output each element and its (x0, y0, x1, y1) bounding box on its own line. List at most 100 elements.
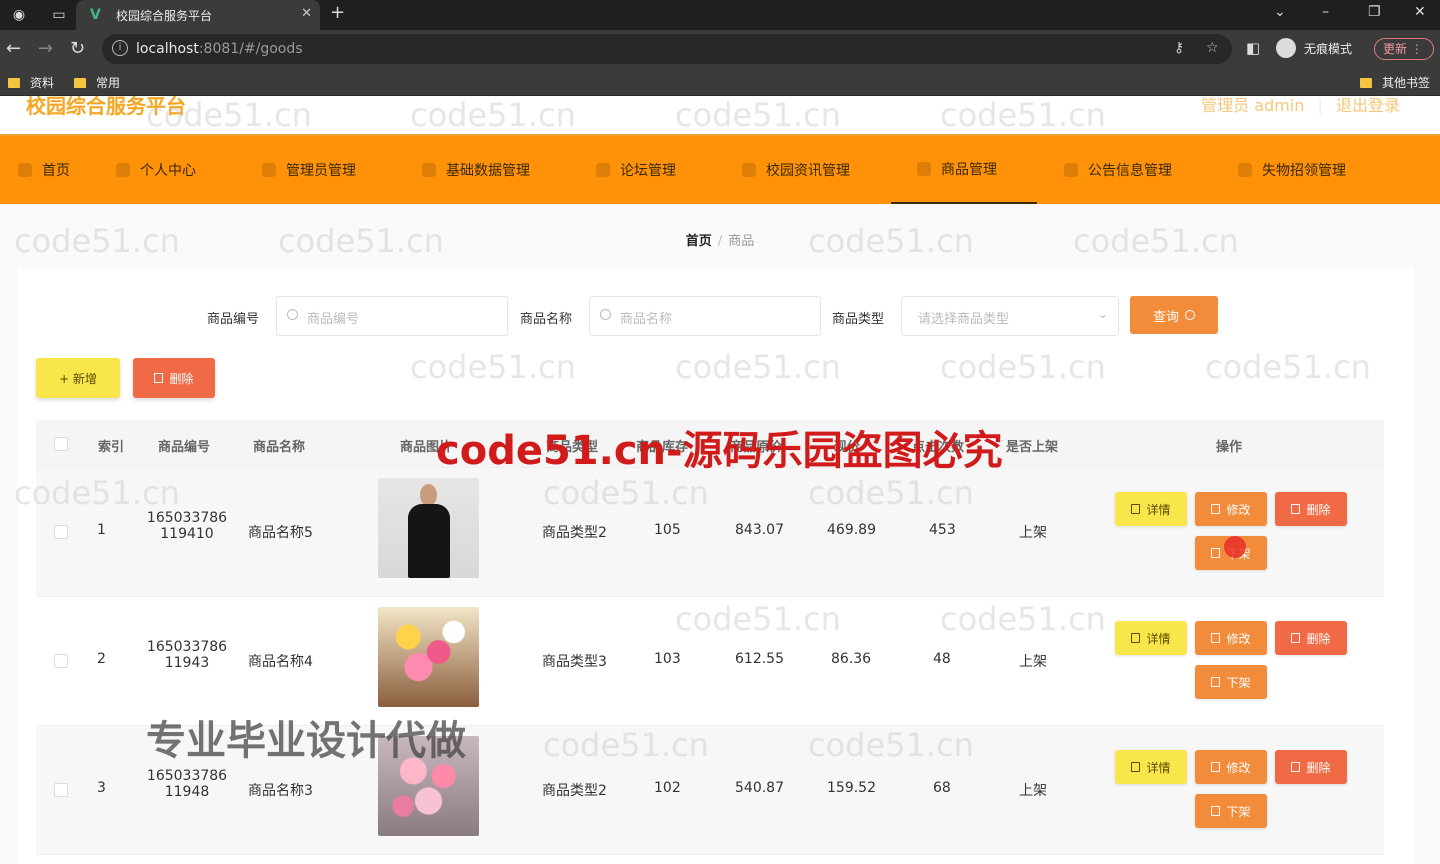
nav-item-news[interactable]: 校园资讯管理 (742, 136, 850, 204)
row-checkbox[interactable] (54, 654, 68, 668)
row-code: 165033786 11943 (142, 639, 232, 671)
row-orig-price: 540.87 (735, 780, 784, 796)
select-all-checkbox[interactable] (54, 437, 68, 451)
star-icon[interactable]: ☆ (1206, 40, 1219, 56)
breadcrumb-current: 商品 (728, 234, 755, 249)
tab-search-icon[interactable]: ⌄ (1274, 4, 1286, 20)
admin-icon (262, 163, 276, 177)
off-shelf-button[interactable]: 下架 (1195, 665, 1267, 699)
nav-label: 个人中心 (140, 163, 196, 179)
nav-item-profile[interactable]: 个人中心 (116, 136, 196, 204)
row-status: 上架 (1019, 654, 1047, 670)
minimize-icon[interactable]: – (1322, 4, 1329, 20)
bookmark-folder-2[interactable]: 常用 (74, 74, 120, 91)
query-button[interactable]: 查询 (1130, 296, 1218, 334)
detail-label: 详情 (1146, 502, 1171, 517)
delete-button[interactable]: 删除 (1275, 492, 1347, 526)
query-label: 查询 (1152, 309, 1179, 325)
row-index: 3 (97, 780, 106, 796)
logout-link[interactable]: 退出登录 (1336, 96, 1400, 115)
goods-table: 索引 商品编号 商品名称 商品图片 商品类型 商品库存 商品原价 现价 点击次数… (36, 420, 1384, 864)
row-name: 商品名称3 (248, 783, 313, 799)
site-info-icon[interactable]: i (112, 40, 128, 56)
row-orig-price: 843.07 (735, 522, 784, 538)
tab-strip-icon[interactable]: ▭ (44, 0, 74, 30)
delete-label: 删除 (1306, 760, 1331, 775)
edit-button[interactable]: 修改 (1195, 621, 1267, 655)
add-label: + 新增 (59, 371, 97, 386)
off-shelf-button[interactable]: 下架 (1195, 794, 1267, 828)
goods-image (378, 607, 479, 707)
code-line: 11943 (164, 655, 210, 671)
nav-item-forum[interactable]: 论坛管理 (596, 136, 676, 204)
incognito-indicator[interactable]: 无痕模式 (1276, 38, 1352, 58)
data-icon (422, 163, 436, 177)
new-tab-icon[interactable]: + (330, 2, 345, 23)
row-type: 商品类型2 (542, 783, 607, 799)
browser-tab[interactable]: V 校园综合服务平台 ✕ (76, 0, 320, 30)
other-bookmarks[interactable]: 其他书签 (1360, 74, 1430, 91)
nav-item-lostfound[interactable]: 失物招领管理 (1238, 136, 1346, 204)
nav-item-admin[interactable]: 管理员管理 (262, 136, 356, 204)
breadcrumb-home[interactable]: 首页 (686, 234, 712, 249)
trash-icon (1291, 504, 1301, 514)
edit-icon (1211, 633, 1221, 643)
update-label: 更新 (1383, 42, 1408, 56)
edit-button[interactable]: 修改 (1195, 492, 1267, 526)
detail-button[interactable]: 详情 (1115, 750, 1187, 784)
code-label: 商品编号 (207, 312, 260, 327)
browser-menu-icon[interactable]: ◉ (4, 0, 34, 30)
goods-icon (917, 162, 931, 176)
row-name: 商品名称4 (248, 654, 313, 670)
home-icon (18, 163, 32, 177)
address-bar: ← → ↻ i localhost:8081/#/goods ⚷ ☆ ◧ 无痕模… (0, 30, 1440, 68)
reload-icon[interactable]: ↻ (70, 38, 85, 59)
delete-button[interactable]: 删除 (1275, 750, 1347, 784)
doc-icon (1131, 633, 1141, 643)
nav-label: 管理员管理 (286, 163, 356, 179)
close-window-icon[interactable]: ✕ (1414, 4, 1426, 20)
nav-label: 基础数据管理 (446, 163, 530, 179)
add-button[interactable]: + 新增 (36, 358, 120, 398)
url-field[interactable]: i localhost:8081/#/goods ⚷ ☆ (102, 34, 1232, 64)
nav-item-goods[interactable]: 商品管理 (891, 136, 1037, 204)
type-label: 商品类型 (832, 312, 885, 327)
type-select[interactable]: 请选择商品类型 ⌄ (901, 296, 1119, 336)
batch-delete-button[interactable]: 删除 (133, 358, 215, 398)
tab-close-icon[interactable]: ✕ (301, 6, 312, 21)
code-input[interactable]: 商品编号 (276, 296, 508, 336)
name-input[interactable]: 商品名称 (589, 296, 821, 336)
nav-label: 公告信息管理 (1088, 163, 1172, 179)
row-checkbox[interactable] (54, 525, 68, 539)
nav-item-notice[interactable]: 公告信息管理 (1064, 136, 1172, 204)
row-clicks: 48 (933, 651, 951, 667)
nav-label: 论坛管理 (620, 163, 676, 179)
delete-label: 删除 (1306, 502, 1331, 517)
forward-icon[interactable]: → (38, 38, 53, 59)
main-nav: 首页 个人中心 管理员管理 基础数据管理 论坛管理 校园资讯管理 商品管理 公告… (0, 134, 1440, 204)
detail-button[interactable]: 详情 (1115, 492, 1187, 526)
edit-label: 修改 (1226, 502, 1251, 517)
user-icon (116, 163, 130, 177)
edit-button[interactable]: 修改 (1195, 750, 1267, 784)
trash-icon (1291, 762, 1301, 772)
row-stock: 103 (654, 651, 681, 667)
row-status: 上架 (1019, 783, 1047, 799)
update-button[interactable]: 更新 ⋮ (1374, 38, 1434, 60)
search-icon (1185, 310, 1195, 320)
delete-button[interactable]: 删除 (1275, 621, 1347, 655)
row-type: 商品类型2 (542, 525, 607, 541)
bookmark-folder-1[interactable]: 资料 (8, 74, 54, 91)
url-path: :8081/#/goods (198, 41, 303, 57)
nav-item-home[interactable]: 首页 (18, 136, 70, 204)
key-icon[interactable]: ⚷ (1174, 40, 1184, 56)
sidebar-icon[interactable]: ◧ (1246, 39, 1260, 57)
doc-icon (1131, 762, 1141, 772)
detail-button[interactable]: 详情 (1115, 621, 1187, 655)
nav-item-basedata[interactable]: 基础数据管理 (422, 136, 530, 204)
code-placeholder: 商品编号 (307, 312, 360, 327)
back-icon[interactable]: ← (6, 38, 21, 59)
nav-label: 校园资讯管理 (766, 163, 850, 179)
row-checkbox[interactable] (54, 783, 68, 797)
restore-icon[interactable]: ❐ (1368, 4, 1381, 20)
